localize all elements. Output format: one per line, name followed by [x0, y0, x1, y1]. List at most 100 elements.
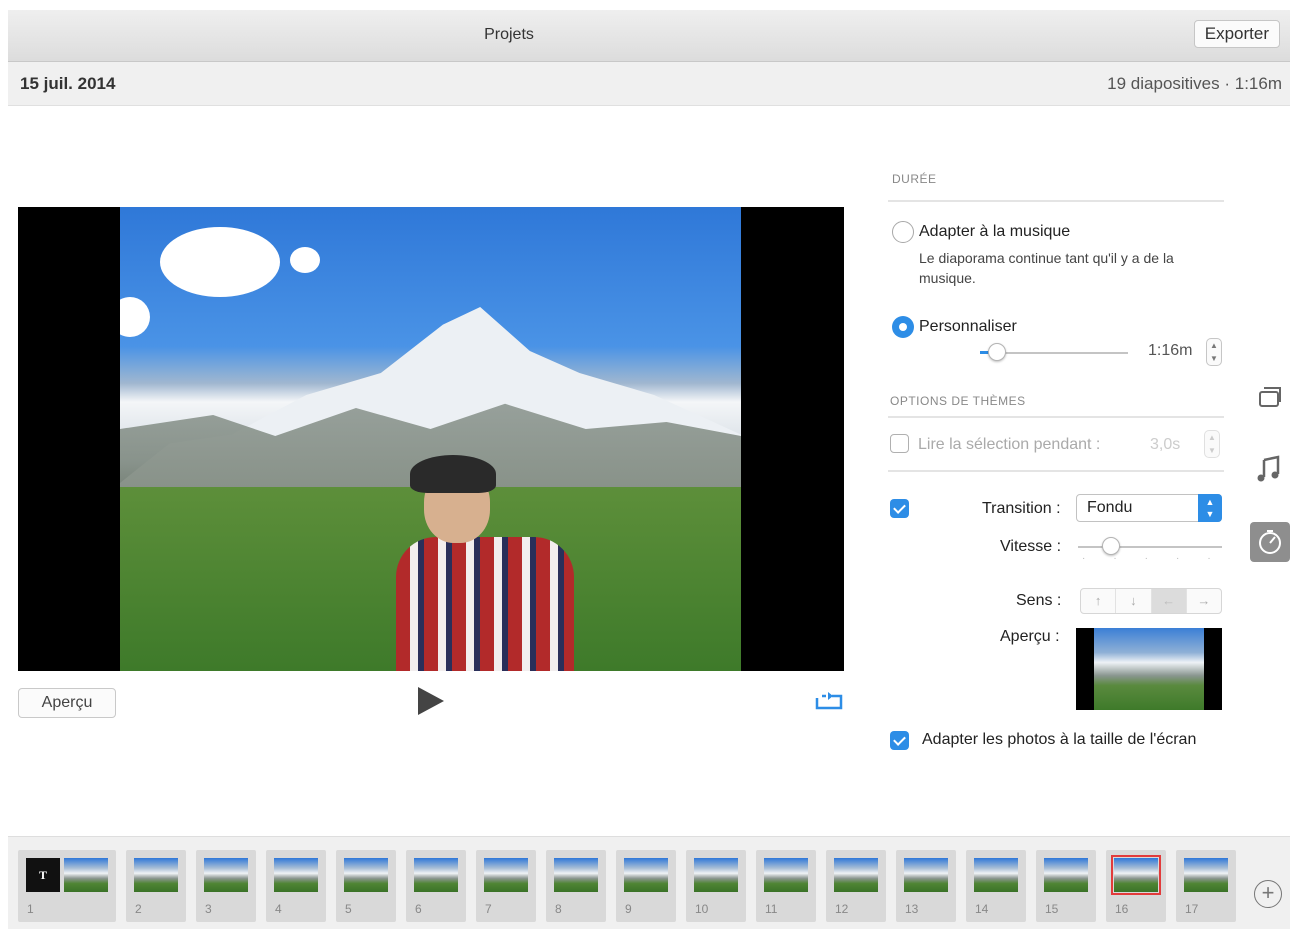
divider	[888, 200, 1224, 202]
slide-thumbnail	[414, 858, 458, 892]
transition-select-value: Fondu	[1087, 499, 1133, 516]
play-selection-checkbox[interactable]	[890, 434, 909, 453]
duration-section-title: DURÉE	[892, 172, 937, 186]
filmstrip-slide[interactable]: 9	[616, 850, 676, 922]
theme-options-title: OPTIONS DE THÈMES	[890, 394, 1026, 408]
slide-number: 1	[27, 902, 34, 916]
divider	[888, 416, 1224, 418]
play-selection-stepper[interactable]: ▲ ▼	[1204, 430, 1220, 458]
duration-stepper[interactable]: ▲ ▼	[1206, 338, 1222, 366]
direction-up-icon[interactable]: ↑	[1081, 589, 1117, 613]
direction-down-icon[interactable]: ↓	[1116, 589, 1152, 613]
speed-slider[interactable]	[1078, 546, 1222, 548]
filmstrip-slide[interactable]: 13	[896, 850, 956, 922]
slide-number: 8	[555, 902, 562, 916]
filmstrip-slide[interactable]: 5	[336, 850, 396, 922]
slide-number: 4	[275, 902, 282, 916]
filmstrip-slide[interactable]: 11	[756, 850, 816, 922]
divider	[888, 470, 1224, 472]
duration-slider-knob[interactable]	[988, 343, 1006, 361]
filmstrip-slide[interactable]: 2	[126, 850, 186, 922]
photo-person-shirt	[396, 537, 574, 671]
filmstrip-slide[interactable]: 10	[686, 850, 746, 922]
slideshow-viewer[interactable]	[18, 207, 844, 671]
loop-icon[interactable]	[814, 690, 844, 712]
slide-thumbnail	[904, 858, 948, 892]
slide-thumbnail	[694, 858, 738, 892]
slide-number: 2	[135, 902, 142, 916]
add-slide-button[interactable]: +	[1254, 880, 1282, 908]
direction-label: Sens :	[1016, 592, 1062, 609]
slide-number: 13	[905, 902, 919, 916]
filmstrip-slide[interactable]: 7	[476, 850, 536, 922]
slide-thumbnail	[554, 858, 598, 892]
slide-thumbnail	[764, 858, 808, 892]
filmstrip-slide[interactable]: 4	[266, 850, 326, 922]
filmstrip-slide[interactable]: 15	[1036, 850, 1096, 922]
slide-number: 17	[1185, 902, 1199, 916]
slide-thumbnail	[274, 858, 318, 892]
transition-select[interactable]: Fondu ▲ ▼	[1076, 494, 1222, 522]
toolbar: Projets Exporter	[8, 10, 1290, 62]
project-date: 15 juil. 2014	[20, 74, 116, 93]
play-selection-label: Lire la sélection pendant :	[918, 436, 1101, 453]
transition-checkbox[interactable]	[890, 499, 909, 518]
speed-label: Vitesse :	[1000, 538, 1062, 555]
slide-number: 10	[695, 902, 709, 916]
slide-thumbnail	[484, 858, 528, 892]
fit-photos-checkbox[interactable]	[890, 731, 909, 750]
toolbar-title: Projets	[484, 26, 534, 43]
current-slide-photo	[120, 207, 741, 671]
photo-cloud	[290, 247, 320, 273]
chevron-updown-icon: ▲ ▼	[1198, 494, 1222, 522]
speed-slider-ticks: ·····	[1082, 553, 1239, 564]
custom-duration-value: 1:16m	[1148, 342, 1193, 359]
timer-icon[interactable]	[1250, 522, 1290, 562]
filmstrip-slide[interactable]: T1	[18, 850, 116, 922]
direction-left-icon[interactable]: ←	[1151, 589, 1187, 613]
slide-thumbnail	[344, 858, 388, 892]
fit-music-radio[interactable]	[892, 221, 914, 243]
slide-thumbnail	[624, 858, 668, 892]
theme-icon[interactable]	[1250, 378, 1290, 418]
transition-preview-photo	[1094, 628, 1204, 710]
direction-right-icon[interactable]: →	[1187, 589, 1221, 613]
filmstrip-slide[interactable]: 3	[196, 850, 256, 922]
filmstrip-slide[interactable]: 8	[546, 850, 606, 922]
fit-music-description: Le diaporama continue tant qu'il y a de …	[919, 250, 1174, 286]
custom-duration-radio[interactable]	[892, 316, 914, 338]
title-slide-thumbnail: T	[26, 858, 60, 892]
filmstrip-slide[interactable]: 14	[966, 850, 1026, 922]
photo-cloud	[120, 297, 150, 337]
slide-thumbnail	[1111, 855, 1161, 895]
slide-number: 14	[975, 902, 989, 916]
slide-thumbnail	[64, 858, 108, 892]
slide-thumbnail	[204, 858, 248, 892]
preview-button[interactable]: Aperçu	[18, 688, 116, 718]
filmstrip-slide[interactable]: 12	[826, 850, 886, 922]
slide-thumbnail	[1184, 858, 1228, 892]
slide-number: 6	[415, 902, 422, 916]
transition-preview-thumbnail	[1076, 628, 1222, 710]
photo-person-cap	[410, 455, 496, 493]
filmstrip-slide[interactable]: 17	[1176, 850, 1236, 922]
slide-number: 15	[1045, 902, 1059, 916]
project-summary: 19 diapositives · 1:16m	[1107, 74, 1282, 93]
filmstrip-slide[interactable]: 6	[406, 850, 466, 922]
play-icon[interactable]	[418, 687, 444, 715]
slide-thumbnail	[834, 858, 878, 892]
filmstrip-slide[interactable]: 16	[1106, 850, 1166, 922]
slide-number: 12	[835, 902, 849, 916]
transition-preview-label: Aperçu :	[1000, 628, 1060, 645]
photo-cloud	[160, 227, 280, 297]
custom-duration-label: Personnaliser	[919, 318, 1017, 335]
music-icon[interactable]	[1250, 450, 1290, 490]
slide-number: 11	[765, 902, 778, 916]
transition-label: Transition :	[982, 500, 1061, 517]
direction-segmented-control[interactable]: ↑ ↓ ← →	[1080, 588, 1222, 614]
slide-number: 5	[345, 902, 352, 916]
export-button[interactable]: Exporter	[1193, 20, 1280, 48]
slide-thumbnail	[974, 858, 1018, 892]
slide-number: 16	[1115, 902, 1129, 916]
project-info-bar: 15 juil. 2014 19 diapositives · 1:16m	[8, 62, 1290, 106]
